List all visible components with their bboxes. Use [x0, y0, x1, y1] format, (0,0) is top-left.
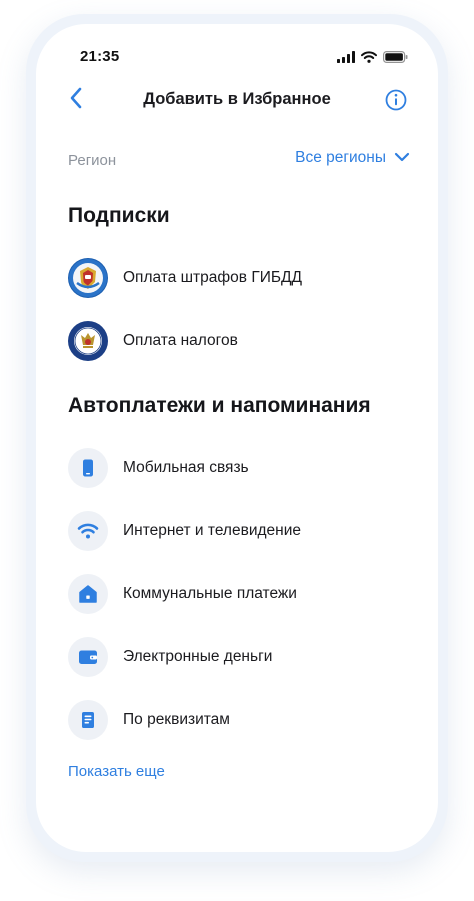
house-icon — [68, 574, 108, 614]
cellular-signal-icon — [337, 50, 355, 68]
autopayment-internet-tv[interactable]: Интернет и телевидение — [68, 511, 410, 551]
wifi-status-icon — [361, 50, 377, 68]
mobile-phone-icon — [68, 448, 108, 488]
row-label: Оплата штрафов ГИБДД — [123, 269, 303, 286]
row-label: Оплата налогов — [123, 332, 238, 349]
autopayments-heading: Автоплатежи и напоминания — [68, 394, 371, 417]
wifi-icon — [68, 511, 108, 551]
region-value: Все регионы — [295, 149, 386, 166]
subscriptions-heading: Подписки — [68, 204, 170, 227]
autopayment-mobile[interactable]: Мобильная связь — [68, 448, 410, 488]
subscription-gibdd-fines[interactable]: Оплата штрафов ГИБДД — [68, 258, 410, 298]
status-time: 21:35 — [80, 48, 120, 65]
autopayment-by-requisites[interactable]: По реквизитам — [68, 700, 410, 740]
gibdd-emblem-icon — [68, 258, 108, 298]
info-button[interactable] — [384, 88, 408, 112]
page-title: Добавить в Избранное — [143, 90, 331, 108]
autopayment-utilities[interactable]: Коммунальные платежи — [68, 574, 410, 614]
row-label: По реквизитам — [123, 711, 230, 728]
autopayment-e-money[interactable]: Электронные деньги — [68, 637, 410, 677]
status-icons — [337, 50, 408, 68]
wallet-icon — [68, 637, 108, 677]
subscription-taxes[interactable]: Оплата налогов — [68, 321, 410, 361]
chevron-down-icon — [394, 149, 410, 167]
battery-icon — [383, 50, 408, 68]
row-label: Электронные деньги — [123, 648, 273, 665]
info-icon — [384, 89, 408, 116]
document-icon — [68, 700, 108, 740]
tax-service-emblem-icon — [68, 321, 108, 361]
region-dropdown[interactable]: Все регионы — [295, 149, 410, 167]
show-more-link[interactable]: Показать еще — [68, 763, 165, 780]
row-label: Мобильная связь — [123, 459, 249, 476]
row-label: Коммунальные платежи — [123, 585, 297, 602]
app-screen: 21:35 Добавить в Избранное Регион Все ре… — [36, 24, 438, 852]
row-label: Интернет и телевидение — [123, 522, 301, 539]
region-label: Регион — [68, 152, 117, 169]
